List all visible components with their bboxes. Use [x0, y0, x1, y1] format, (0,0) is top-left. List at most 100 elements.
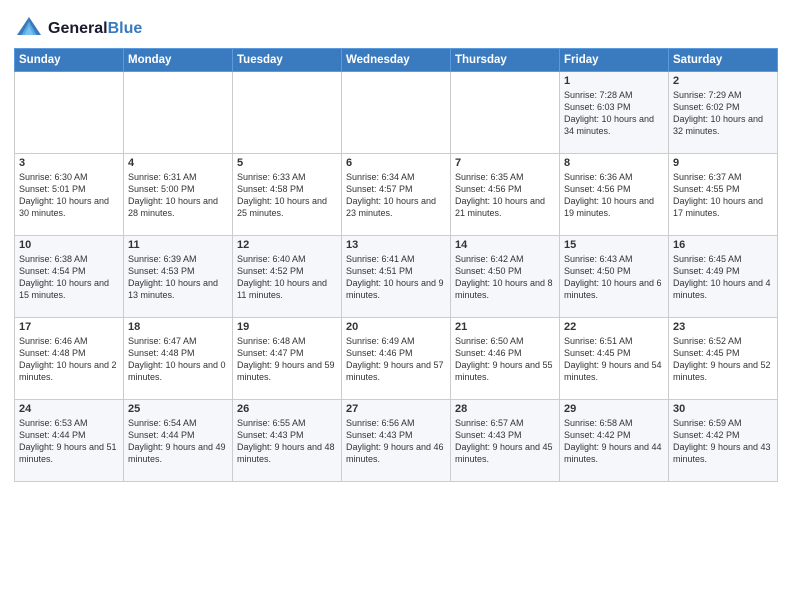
day-number: 1: [564, 75, 664, 87]
calendar-cell: 6 Sunrise: 6:34 AM Sunset: 4:57 PM Daylig…: [342, 154, 451, 236]
calendar-cell: 4 Sunrise: 6:31 AM Sunset: 5:00 PM Daylig…: [124, 154, 233, 236]
weekday-header-tuesday: Tuesday: [233, 49, 342, 72]
day-number: 11: [128, 239, 228, 251]
calendar-cell: 27 Sunrise: 6:56 AM Sunset: 4:43 PM Dayli…: [342, 400, 451, 482]
week-row-4: 24 Sunrise: 6:53 AM Sunset: 4:44 PM Dayli…: [15, 400, 778, 482]
calendar-cell: [124, 72, 233, 154]
cell-info: Sunrise: 6:52 AM Sunset: 4:45 PM Dayligh…: [673, 335, 773, 384]
cell-info: Sunrise: 6:38 AM Sunset: 4:54 PM Dayligh…: [19, 253, 119, 302]
day-number: 18: [128, 321, 228, 333]
calendar-cell: 13 Sunrise: 6:41 AM Sunset: 4:51 PM Dayli…: [342, 236, 451, 318]
calendar-cell: 8 Sunrise: 6:36 AM Sunset: 4:56 PM Daylig…: [560, 154, 669, 236]
weekday-header-monday: Monday: [124, 49, 233, 72]
day-number: 21: [455, 321, 555, 333]
header: GeneralBlue: [14, 10, 778, 44]
weekday-header-friday: Friday: [560, 49, 669, 72]
day-number: 12: [237, 239, 337, 251]
week-row-1: 3Sunrise: 6:30 AM Sunset: 5:01 PM Daylig…: [15, 154, 778, 236]
calendar-cell: 24 Sunrise: 6:53 AM Sunset: 4:44 PM Dayli…: [15, 400, 124, 482]
calendar-cell: 10 Sunrise: 6:38 AM Sunset: 4:54 PM Dayli…: [15, 236, 124, 318]
calendar-cell: 21 Sunrise: 6:50 AM Sunset: 4:46 PM Dayli…: [451, 318, 560, 400]
day-number: 13: [346, 239, 446, 251]
cell-info: Sunrise: 6:43 AM Sunset: 4:50 PM Dayligh…: [564, 253, 664, 302]
weekday-header-row: SundayMondayTuesdayWednesdayThursdayFrid…: [15, 49, 778, 72]
calendar-cell: 29 Sunrise: 6:58 AM Sunset: 4:42 PM Dayli…: [560, 400, 669, 482]
calendar-cell: 22Sunrise: 6:51 AM Sunset: 4:45 PM Dayli…: [560, 318, 669, 400]
cell-info: Sunrise: 6:30 AM Sunset: 5:01 PM Dayligh…: [19, 171, 119, 220]
cell-info: Sunrise: 6:55 AM Sunset: 4:43 PM Dayligh…: [237, 417, 337, 466]
calendar-cell: 1Sunrise: 7:28 AM Sunset: 6:03 PM Daylig…: [560, 72, 669, 154]
week-row-3: 17 Sunrise: 6:46 AM Sunset: 4:48 PM Dayli…: [15, 318, 778, 400]
day-number: 22: [564, 321, 664, 333]
calendar-cell: 16Sunrise: 6:45 AM Sunset: 4:49 PM Dayli…: [669, 236, 778, 318]
calendar-cell: 25 Sunrise: 6:54 AM Sunset: 4:44 PM Dayli…: [124, 400, 233, 482]
week-row-2: 10 Sunrise: 6:38 AM Sunset: 4:54 PM Dayli…: [15, 236, 778, 318]
day-number: 9: [673, 157, 773, 169]
logo-text: GeneralBlue: [48, 20, 142, 38]
calendar-cell: 19 Sunrise: 6:48 AM Sunset: 4:47 PM Dayli…: [233, 318, 342, 400]
cell-info: Sunrise: 6:47 AM Sunset: 4:48 PM Dayligh…: [128, 335, 228, 384]
week-row-0: 1Sunrise: 7:28 AM Sunset: 6:03 PM Daylig…: [15, 72, 778, 154]
day-number: 19: [237, 321, 337, 333]
cell-info: Sunrise: 6:50 AM Sunset: 4:46 PM Dayligh…: [455, 335, 555, 384]
day-number: 20: [346, 321, 446, 333]
calendar-cell: 18 Sunrise: 6:47 AM Sunset: 4:48 PM Dayli…: [124, 318, 233, 400]
cell-info: Sunrise: 7:29 AM Sunset: 6:02 PM Dayligh…: [673, 89, 773, 138]
calendar-table: SundayMondayTuesdayWednesdayThursdayFrid…: [14, 48, 778, 482]
calendar-cell: 26 Sunrise: 6:55 AM Sunset: 4:43 PM Dayli…: [233, 400, 342, 482]
page-container: GeneralBlue SundayMondayTuesdayWednesday…: [0, 0, 792, 612]
calendar-cell: 30 Sunrise: 6:59 AM Sunset: 4:42 PM Dayli…: [669, 400, 778, 482]
calendar-cell: 3Sunrise: 6:30 AM Sunset: 5:01 PM Daylig…: [15, 154, 124, 236]
calendar-cell: [342, 72, 451, 154]
day-number: 29: [564, 403, 664, 415]
cell-info: Sunrise: 6:59 AM Sunset: 4:42 PM Dayligh…: [673, 417, 773, 466]
calendar-cell: [451, 72, 560, 154]
logo: GeneralBlue: [14, 14, 142, 44]
day-number: 28: [455, 403, 555, 415]
logo-icon: [14, 14, 44, 44]
day-number: 26: [237, 403, 337, 415]
weekday-header-saturday: Saturday: [669, 49, 778, 72]
day-number: 8: [564, 157, 664, 169]
day-number: 2: [673, 75, 773, 87]
calendar-cell: 11 Sunrise: 6:39 AM Sunset: 4:53 PM Dayli…: [124, 236, 233, 318]
day-number: 30: [673, 403, 773, 415]
cell-info: Sunrise: 6:54 AM Sunset: 4:44 PM Dayligh…: [128, 417, 228, 466]
cell-info: Sunrise: 6:37 AM Sunset: 4:55 PM Dayligh…: [673, 171, 773, 220]
cell-info: Sunrise: 6:31 AM Sunset: 5:00 PM Dayligh…: [128, 171, 228, 220]
cell-info: Sunrise: 6:34 AM Sunset: 4:57 PM Dayligh…: [346, 171, 446, 220]
day-number: 7: [455, 157, 555, 169]
day-number: 27: [346, 403, 446, 415]
day-number: 15: [564, 239, 664, 251]
cell-info: Sunrise: 6:56 AM Sunset: 4:43 PM Dayligh…: [346, 417, 446, 466]
cell-info: Sunrise: 6:35 AM Sunset: 4:56 PM Dayligh…: [455, 171, 555, 220]
cell-info: Sunrise: 6:40 AM Sunset: 4:52 PM Dayligh…: [237, 253, 337, 302]
calendar-cell: 7 Sunrise: 6:35 AM Sunset: 4:56 PM Daylig…: [451, 154, 560, 236]
cell-info: Sunrise: 6:53 AM Sunset: 4:44 PM Dayligh…: [19, 417, 119, 466]
day-number: 25: [128, 403, 228, 415]
calendar-cell: 12 Sunrise: 6:40 AM Sunset: 4:52 PM Dayli…: [233, 236, 342, 318]
cell-info: Sunrise: 6:58 AM Sunset: 4:42 PM Dayligh…: [564, 417, 664, 466]
weekday-header-sunday: Sunday: [15, 49, 124, 72]
day-number: 17: [19, 321, 119, 333]
day-number: 24: [19, 403, 119, 415]
day-number: 23: [673, 321, 773, 333]
cell-info: Sunrise: 6:33 AM Sunset: 4:58 PM Dayligh…: [237, 171, 337, 220]
calendar-cell: 5Sunrise: 6:33 AM Sunset: 4:58 PM Daylig…: [233, 154, 342, 236]
calendar-cell: 9 Sunrise: 6:37 AM Sunset: 4:55 PM Daylig…: [669, 154, 778, 236]
calendar-cell: 14Sunrise: 6:42 AM Sunset: 4:50 PM Dayli…: [451, 236, 560, 318]
cell-info: Sunrise: 6:42 AM Sunset: 4:50 PM Dayligh…: [455, 253, 555, 302]
day-number: 10: [19, 239, 119, 251]
calendar-cell: 28 Sunrise: 6:57 AM Sunset: 4:43 PM Dayli…: [451, 400, 560, 482]
cell-info: Sunrise: 6:41 AM Sunset: 4:51 PM Dayligh…: [346, 253, 446, 302]
weekday-header-thursday: Thursday: [451, 49, 560, 72]
weekday-header-wednesday: Wednesday: [342, 49, 451, 72]
cell-info: Sunrise: 6:36 AM Sunset: 4:56 PM Dayligh…: [564, 171, 664, 220]
day-number: 4: [128, 157, 228, 169]
day-number: 6: [346, 157, 446, 169]
cell-info: Sunrise: 6:57 AM Sunset: 4:43 PM Dayligh…: [455, 417, 555, 466]
cell-info: Sunrise: 6:46 AM Sunset: 4:48 PM Dayligh…: [19, 335, 119, 384]
cell-info: Sunrise: 6:39 AM Sunset: 4:53 PM Dayligh…: [128, 253, 228, 302]
cell-info: Sunrise: 6:49 AM Sunset: 4:46 PM Dayligh…: [346, 335, 446, 384]
cell-info: Sunrise: 6:48 AM Sunset: 4:47 PM Dayligh…: [237, 335, 337, 384]
